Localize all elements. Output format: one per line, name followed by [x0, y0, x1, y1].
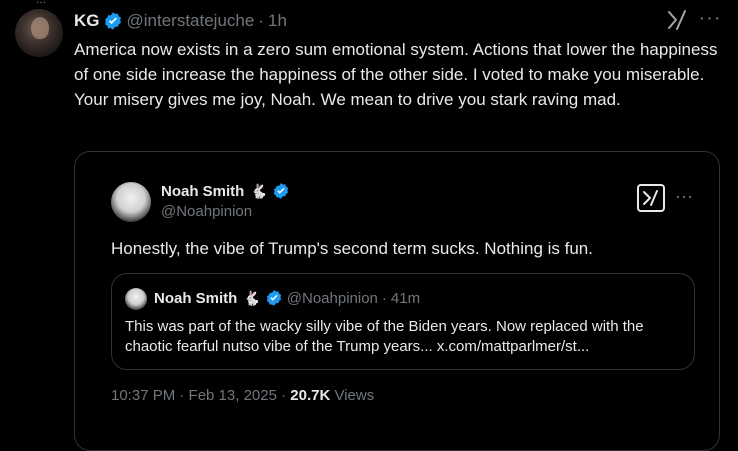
grok-icon[interactable]: [637, 184, 665, 212]
nested-separator: ·: [381, 289, 387, 307]
tweet-text: America now exists in a zero sum emotion…: [74, 40, 718, 109]
meta-separator: ·: [281, 387, 287, 404]
rabbit-emoji: 🐇: [250, 182, 268, 199]
nested-author-name: Noah Smith: [154, 289, 238, 307]
nested-post-text: This was part of the wacky silly vibe of…: [125, 318, 644, 355]
author-handle[interactable]: @interstatejuche: [127, 11, 255, 31]
quoted-author-avatar[interactable]: [111, 182, 151, 222]
previous-post-edge: ...: [0, 0, 738, 6]
nested-quoted-post[interactable]: Noah Smith 🐇 @Noahpinion · 41m This was …: [111, 273, 695, 370]
quoted-author-row: Noah Smith 🐇: [161, 182, 290, 200]
quoted-post[interactable]: Noah Smith 🐇 @Noahpinion ··· Honestly, t…: [74, 151, 720, 451]
post-metadata: 10:37 PM · Feb 13, 2025 · 20.7K Views: [111, 387, 374, 404]
previous-post-text: ...: [36, 0, 46, 6]
rabbit-emoji: 🐇: [243, 289, 261, 306]
views-label: Views: [334, 387, 375, 404]
quoted-post-text: Honestly, the vibe of Trump's second ter…: [111, 239, 593, 258]
post-time[interactable]: 1h: [268, 11, 287, 31]
grok-icon[interactable]: [665, 8, 689, 32]
verified-badge-icon: [273, 183, 288, 199]
nested-author-handle: @Noahpinion: [286, 289, 378, 307]
more-options-icon[interactable]: ···: [698, 8, 722, 32]
quoted-author-name[interactable]: Noah Smith: [161, 183, 244, 200]
nested-post-time: 41m: [390, 289, 421, 307]
author-avatar[interactable]: [15, 9, 63, 57]
tweet-header: KG @interstatejuche · 1h: [74, 10, 287, 32]
grok-glyph-icon: [643, 190, 658, 206]
quoted-author-handle[interactable]: @Noahpinion: [161, 203, 252, 220]
author-name[interactable]: KG: [74, 11, 100, 31]
verified-badge-icon: [266, 290, 281, 306]
nested-author-avatar: [125, 288, 147, 310]
more-options-icon[interactable]: ···: [673, 186, 695, 206]
views-count: 20.7K: [290, 387, 331, 404]
verified-badge-icon: [104, 12, 121, 30]
post-timestamp[interactable]: 10:37 PM · Feb 13, 2025: [111, 387, 277, 404]
nested-header: Noah Smith 🐇 @Noahpinion · 41m: [154, 289, 420, 307]
header-separator: ·: [258, 11, 264, 30]
